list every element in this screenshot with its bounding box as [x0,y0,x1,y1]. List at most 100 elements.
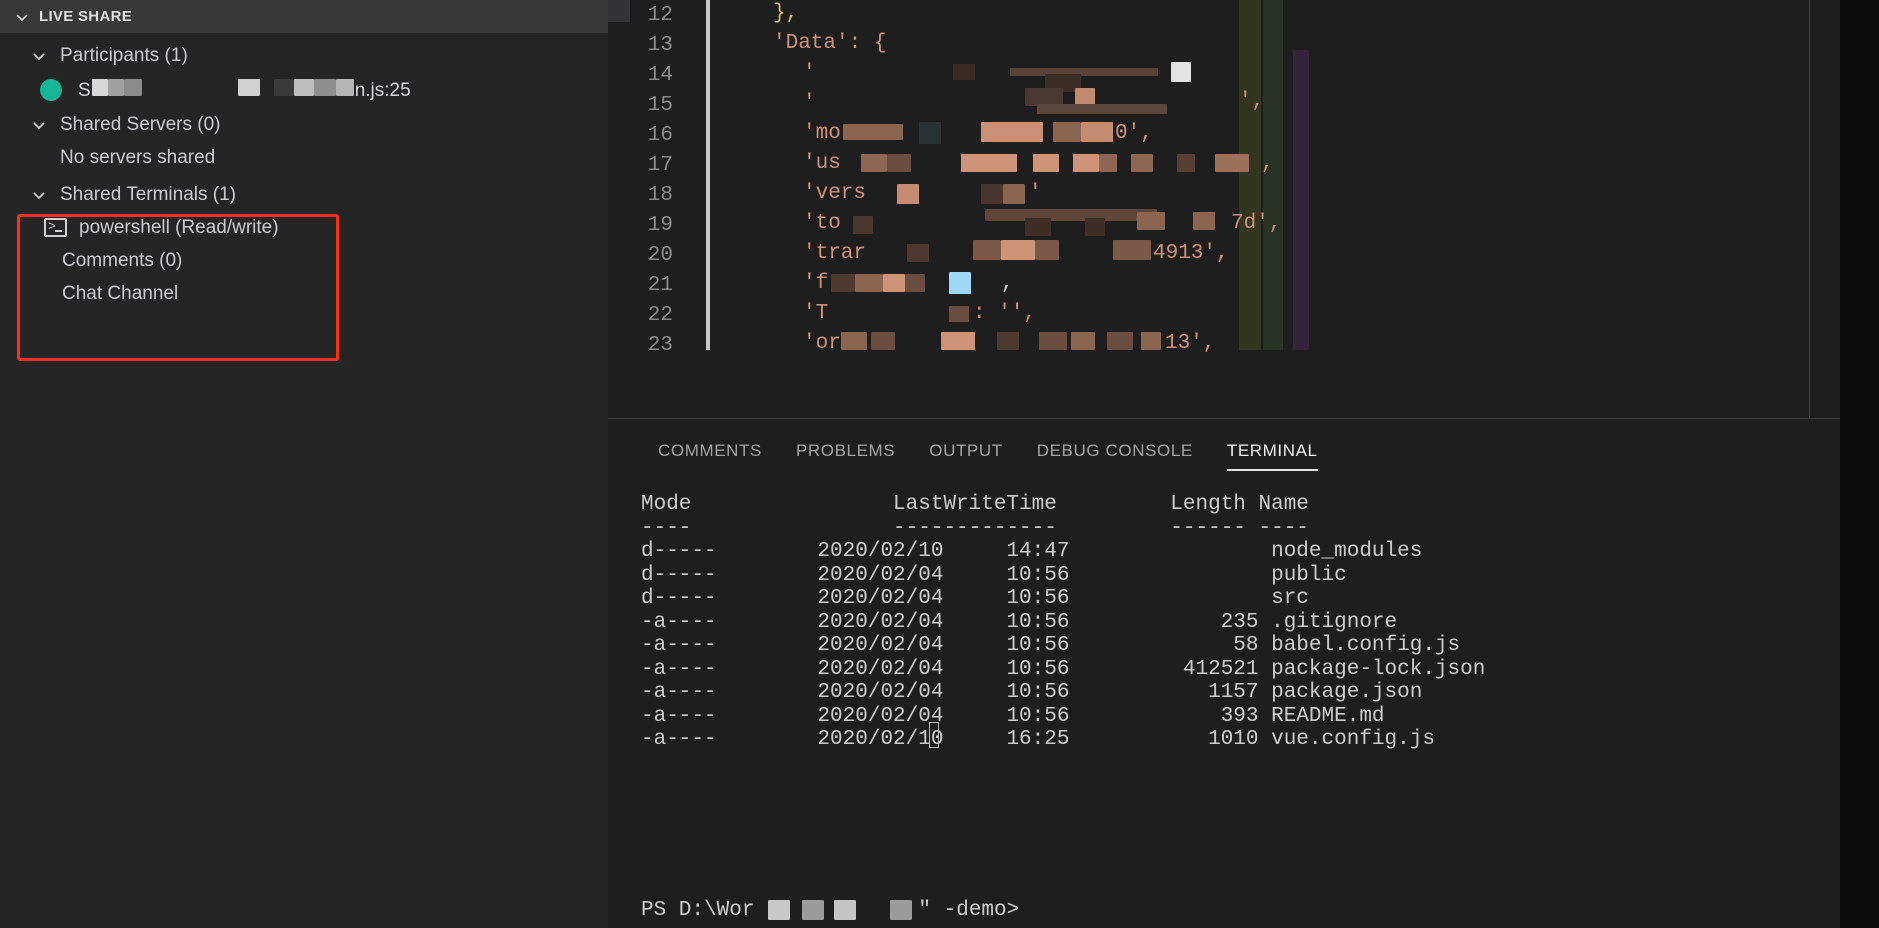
redacted-block [973,240,1001,260]
chevron-down-icon[interactable] [14,9,30,25]
code-line: 20 'trar 4913', [608,240,1840,270]
line-number: 23 [647,333,673,357]
terminal-view[interactable]: Mode LastWriteTime Length Name ---- ----… [608,471,1840,928]
code-token: 'Data': { [773,32,887,55]
redacted-block [1141,332,1161,350]
terminal-prompt-icon [44,217,67,237]
code-token: 'us [803,152,841,175]
redacted-block [890,900,913,921]
code-token: 'to [803,212,841,235]
terminal-output: Mode LastWriteTime Length Name ---- ----… [641,493,1486,751]
tab-terminal[interactable]: TERMINAL [1210,441,1335,471]
redacted-block [953,64,975,80]
redacted-block [871,332,895,350]
redacted-block [1073,154,1099,172]
redacted-block [853,216,873,234]
redacted-block [949,306,969,322]
redacted-block [961,154,1017,172]
redacted-block [1099,154,1117,172]
redacted-block [919,122,941,144]
redacted-spacer [824,902,834,919]
redacted-block [1081,122,1113,142]
line-number: 12 [647,3,673,27]
redacted-block [1131,154,1153,172]
participant-row[interactable]: Sn.js:25 [0,72,608,108]
code-line: 19 'to 7d', [608,209,1840,240]
line-content: 'to 7d', [685,209,1840,240]
shared-terminal-item-powershell[interactable]: powershell (Read/write) [0,211,608,244]
line-content: 'Data': { [685,30,1840,60]
redacted-spacer [856,902,890,919]
code-editor[interactable]: 12 }, 13 'Data': { 14 ' 15 ' ', 16 'mo 0… [608,0,1840,418]
line-content: 'T : '', [685,300,1840,330]
redacted-spacer [754,902,768,919]
line-content: 'us , [685,150,1840,180]
code-token: ', [1239,90,1265,113]
line-content: 'f , [685,270,1840,300]
chevron-down-icon[interactable] [30,47,48,65]
redacted-spacer [790,902,802,919]
no-servers-shared-text: No servers shared [0,141,608,174]
redacted-block [273,78,294,96]
redacted-block [1085,218,1105,236]
code-token: , [1261,152,1274,175]
chevron-down-icon[interactable] [30,186,48,204]
code-token: 'vers [803,182,867,205]
redacted-block [768,900,791,921]
code-token: 4913', [1153,242,1229,265]
line-number: 21 [647,273,673,297]
line-content: 'trar 4913', [685,240,1840,270]
participants-label: Participants (1) [60,44,188,66]
redacted-block [855,274,883,292]
sidebar-item-chat-channel[interactable]: Chat Channel [0,277,608,310]
live-share-tree: Participants (1) Sn.js:25 Shared Servers… [0,33,608,361]
chevron-down-icon[interactable] [30,116,48,134]
tab-output[interactable]: OUTPUT [912,441,1019,471]
code-line: 21 'f , [608,270,1840,300]
tab-comments[interactable]: COMMENTS [641,441,779,471]
line-content: }, [685,0,1840,30]
live-share-header[interactable]: LIVE SHARE [0,0,608,33]
terminal-prompt[interactable]: PS D:\Wor " -demo> [641,899,1019,923]
redacted-block [897,184,919,204]
redacted-block [1107,332,1133,350]
bottom-panel: COMMENTS PROBLEMS OUTPUT DEBUG CONSOLE T… [608,418,1840,928]
redacted-block [1001,240,1035,260]
redacted-block [1193,212,1215,230]
vscode-window: LIVE SHARE Participants (1) Sn.js:25 Sha… [0,0,1879,928]
redacted-block [905,274,925,292]
redacted-block [1025,218,1051,236]
sidebar-item-shared-terminals[interactable]: Shared Terminals (1) [0,178,608,211]
tab-debug-console[interactable]: DEBUG CONSOLE [1020,441,1210,471]
redacted-block [313,78,336,96]
code-token: ' [1029,182,1042,205]
redacted-spacer [260,79,274,96]
redacted-block [981,122,1043,142]
shared-servers-label: Shared Servers (0) [60,113,221,135]
code-line: 18 'vers ' [608,180,1840,210]
code-line: 14 ' [608,60,1840,92]
shared-terminal-label: powershell (Read/write) [79,216,279,238]
line-number: 18 [647,183,673,207]
tab-problems[interactable]: PROBLEMS [779,441,912,471]
redacted-block [887,154,911,172]
redacted-block [981,184,1003,204]
code-token: , [1001,272,1014,295]
code-line: 12 }, [608,0,1840,30]
code-line: 17 'us , [608,150,1840,180]
sidebar-item-shared-servers[interactable]: Shared Servers (0) [0,108,608,141]
code-token: ' [803,62,816,85]
sidebar-item-participants[interactable]: Participants (1) [0,39,608,72]
code-line: 23 'or 13', [608,330,1840,360]
line-number: 17 [647,153,673,177]
redacted-block [1113,240,1151,260]
participant-file: n.js:25 [354,79,411,101]
comments-label: Comments (0) [62,249,183,271]
redacted-block [1171,62,1191,82]
code-line: 13 'Data': { [608,30,1840,60]
sidebar-item-comments[interactable]: Comments (0) [0,244,608,277]
code-line: 15 ' ', [608,88,1840,120]
code-token: 13', [1165,332,1216,355]
redacted-block [1071,332,1095,350]
redacted-block [237,78,260,96]
